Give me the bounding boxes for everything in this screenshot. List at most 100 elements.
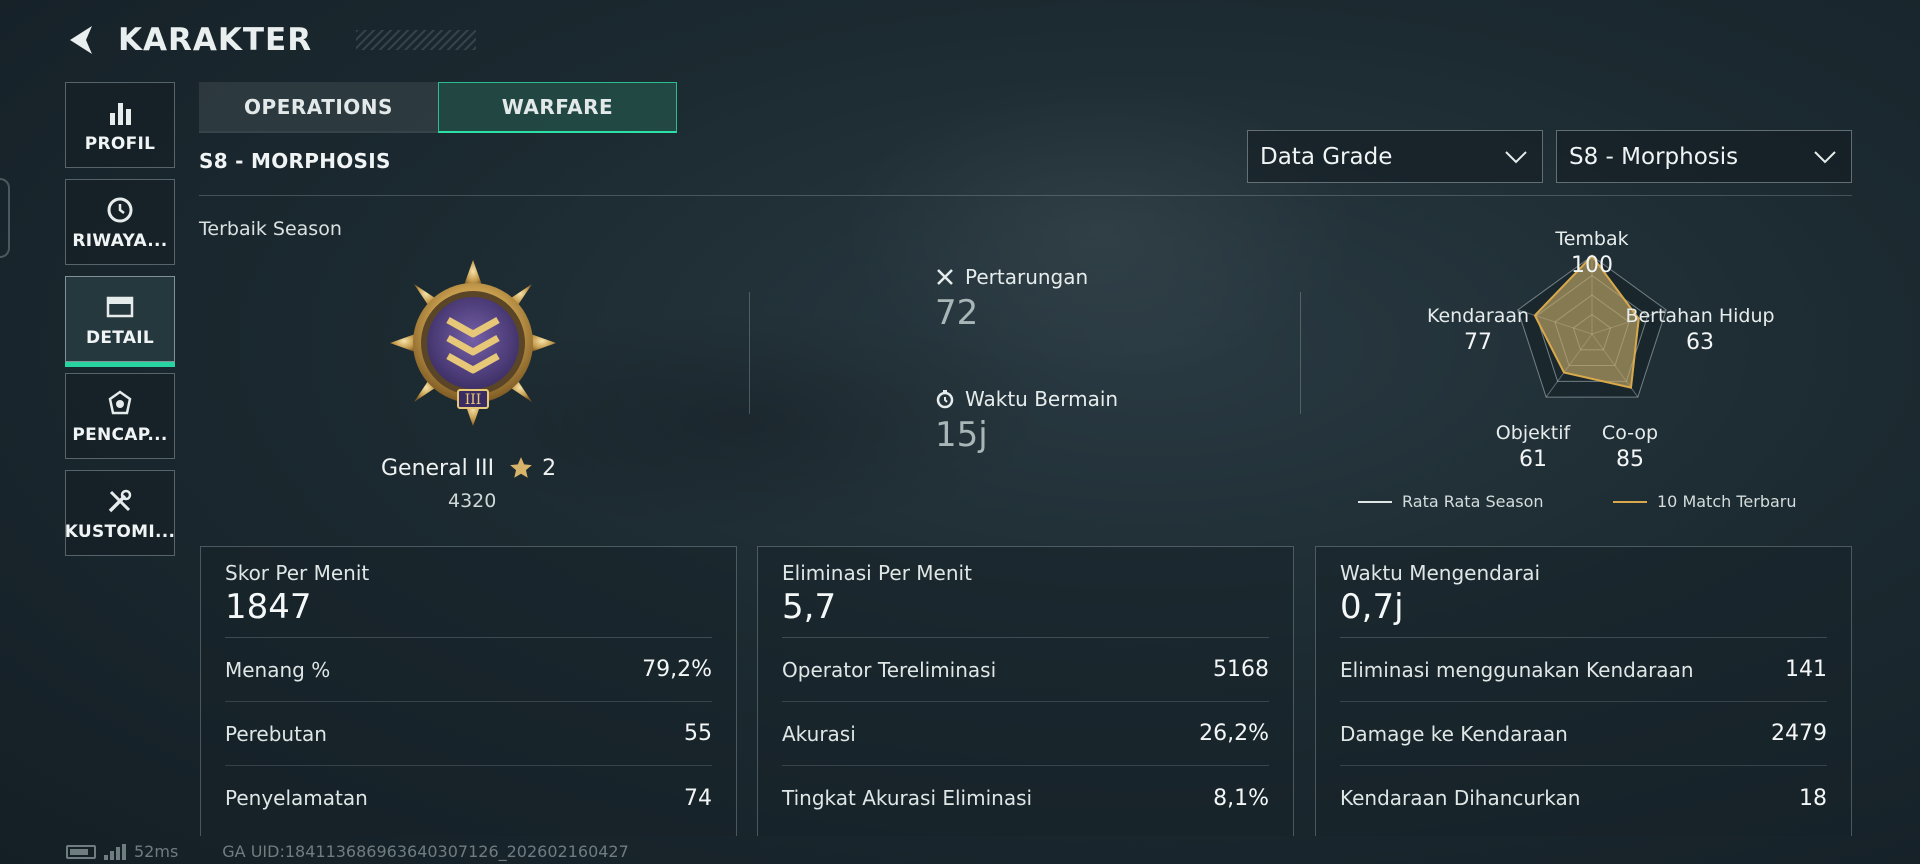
section-divider [199, 195, 1852, 196]
radar-chart: Tembak 100 Bertahan Hidup 63 Co-op 85 Ob… [1380, 222, 1810, 472]
radar-axis-label: Tembak [1555, 228, 1629, 250]
radar-axis-value: 85 [1616, 446, 1644, 472]
stat-value: 141 [1785, 657, 1827, 682]
radar-label-co-op: Co-op 85 [1580, 422, 1680, 473]
rank-name-row: General III 2 [381, 455, 556, 481]
tab-operations[interactable]: OPERATIONS [199, 82, 438, 133]
playtime-stat: Waktu Bermain 15j [935, 387, 1118, 455]
achievement-icon [105, 387, 135, 421]
folder-icon [105, 290, 135, 324]
rank-name: General III [381, 455, 495, 481]
sidebar-item-riwayat[interactable]: RIWAYA... [65, 179, 175, 265]
score-card: Skor Per Menit 1847 Menang % 79,2% Perebu… [200, 546, 737, 836]
stat-value: 2479 [1771, 721, 1827, 746]
user-uid: GA UID:184113686963640307126_20260216042… [222, 842, 629, 861]
rank-stars: 2 [542, 455, 557, 481]
card-title: Skor Per Menit [225, 561, 370, 585]
chevron-down-icon [1813, 144, 1837, 170]
card-value: 5,7 [782, 587, 1269, 638]
stat-row: Akurasi 26,2% [782, 702, 1269, 766]
radar-axis-label: Bertahan Hidup [1625, 305, 1775, 327]
stat-value: 26,2% [1199, 721, 1269, 746]
status-footer: 52ms GA UID:184113686963640307126_202602… [66, 842, 629, 861]
rank-badge-icon: III [388, 258, 558, 428]
chevron-down-icon [1504, 144, 1528, 170]
stat-row: Eliminasi menggunakan Kendaraan 141 [1340, 638, 1827, 702]
legend-label: 10 Match Terbaru [1657, 492, 1797, 511]
svg-text:III: III [465, 392, 482, 408]
radar-axis-value: 61 [1519, 446, 1547, 472]
tab-warfare[interactable]: WARFARE [438, 82, 677, 133]
sidebar-item-pencapaian[interactable]: PENCAP... [65, 373, 175, 459]
playtime-label: Waktu Bermain [965, 387, 1119, 411]
card-value: 1847 [225, 587, 712, 638]
header: KARAKTER [66, 18, 476, 62]
vehicle-card: Waktu Mengendarai 0,7j Eliminasi menggun… [1315, 546, 1852, 836]
battery-icon [66, 844, 96, 859]
best-season-label: Terbaik Season [199, 218, 342, 240]
stat-label: Damage ke Kendaraan [1340, 721, 1568, 746]
crossed-swords-icon [935, 267, 957, 287]
battles-label: Pertarungan [965, 265, 1089, 289]
vertical-divider [1300, 292, 1301, 414]
stat-row: Kendaraan Dihancurkan 18 [1340, 766, 1827, 830]
stat-row: Menang % 79,2% [225, 638, 712, 702]
stat-value: 5168 [1213, 657, 1269, 682]
sidebar-item-label: KUSTOMI... [64, 522, 176, 542]
sidebar-item-label: PENCAP... [72, 425, 168, 445]
legend-line-gold [1613, 500, 1647, 503]
title-decoration [356, 30, 476, 50]
bar-chart-icon [106, 96, 134, 130]
season-dropdown-value: S8 - Morphosis [1569, 143, 1739, 170]
legend-season-average: Rata Rata Season [1358, 492, 1544, 511]
radar-axis-label: Co-op [1601, 422, 1659, 444]
ping-value: 52ms [134, 842, 179, 861]
stat-value: 18 [1799, 785, 1827, 811]
sidebar-item-label: PROFIL [84, 134, 156, 154]
grade-dropdown[interactable]: Data Grade [1247, 130, 1543, 183]
mode-tabs: OPERATIONS WARFARE [199, 82, 677, 133]
legend-label: Rata Rata Season [1402, 492, 1544, 511]
legend-recent-matches: 10 Match Terbaru [1613, 492, 1797, 511]
sidebar-item-kustomisasi[interactable]: KUSTOMI... [65, 470, 175, 556]
stat-value: 8,1% [1213, 785, 1269, 811]
battles-stat: Pertarungan 72 [935, 265, 1088, 333]
stat-value: 55 [684, 721, 712, 746]
stat-label: Eliminasi menggunakan Kendaraan [1340, 657, 1694, 682]
legend-line-white [1358, 500, 1392, 503]
rank-points: 4320 [448, 490, 497, 512]
card-title: Waktu Mengendarai [1340, 561, 1541, 585]
sidebar-item-label: RIWAYA... [72, 231, 168, 251]
back-arrow-icon[interactable] [66, 23, 100, 57]
radar-axis-label: Kendaraan [1426, 305, 1530, 327]
star-icon [508, 455, 534, 481]
season-title: S8 - MORPHOSIS [199, 149, 391, 173]
history-icon [105, 193, 135, 227]
side-drawer-handle[interactable] [0, 178, 10, 258]
stat-row: Penyelamatan 74 [225, 766, 712, 830]
stat-row: Damage ke Kendaraan 2479 [1340, 702, 1827, 766]
stat-label: Kendaraan Dihancurkan [1340, 786, 1581, 810]
stat-value: 74 [684, 785, 712, 811]
sidebar-item-profil[interactable]: PROFIL [65, 82, 175, 168]
stat-row: Perebutan 55 [225, 702, 712, 766]
stat-label: Menang % [225, 657, 331, 682]
stat-value: 79,2% [642, 657, 712, 682]
sidebar-item-detail[interactable]: DETAIL [65, 276, 175, 367]
radar-axis-value: 77 [1464, 329, 1492, 355]
radar-label-objektif: Objektif 61 [1483, 422, 1583, 473]
grade-dropdown-value: Data Grade [1260, 143, 1393, 170]
radar-axis-value: 100 [1571, 252, 1613, 278]
sidebar: PROFIL RIWAYA... DETAIL PENCAP... KUSTOM… [65, 82, 175, 567]
battles-value: 72 [935, 293, 979, 333]
stat-label: Penyelamatan [225, 786, 368, 810]
card-value: 0,7j [1340, 587, 1827, 638]
stat-label: Akurasi [782, 721, 856, 746]
stopwatch-icon [935, 389, 957, 409]
radar-axis-value: 63 [1686, 329, 1714, 355]
stat-row: Tingkat Akurasi Eliminasi 8,1% [782, 766, 1269, 830]
tools-icon [105, 484, 135, 518]
radar-label-kendaraan: Kendaraan 77 [1413, 305, 1543, 356]
page-title: KARAKTER [118, 22, 313, 58]
season-dropdown[interactable]: S8 - Morphosis [1556, 130, 1852, 183]
